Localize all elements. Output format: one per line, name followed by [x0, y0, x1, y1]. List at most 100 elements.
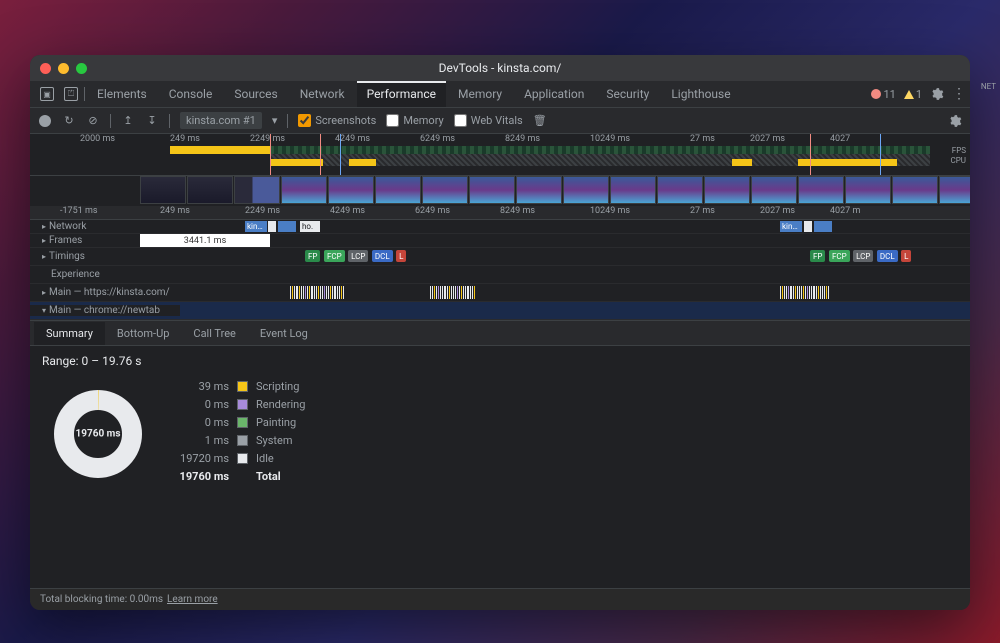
timing-fp[interactable]: FP: [305, 250, 320, 262]
range-text: Range: 0 – 19.76 s: [42, 354, 958, 368]
tab-memory[interactable]: Memory: [448, 81, 512, 107]
net-bar[interactable]: ho.: [300, 221, 320, 232]
screenshots-checkbox[interactable]: Screenshots: [298, 114, 376, 127]
tab-network[interactable]: Network: [290, 81, 355, 107]
tracks-area: Network kin… ho. kin… Frames 3441.1 ms T…: [30, 220, 970, 320]
subtab-summary[interactable]: Summary: [34, 322, 105, 345]
tab-console[interactable]: Console: [159, 81, 223, 107]
net-bar[interactable]: kin…: [780, 221, 802, 232]
screenshot-thumb[interactable]: [375, 176, 421, 204]
screenshot-thumb[interactable]: [751, 176, 797, 204]
separator: [84, 87, 85, 101]
screenshot-thumb[interactable]: [469, 176, 515, 204]
screenshot-thumb[interactable]: [939, 176, 970, 204]
clear-button[interactable]: ⊘: [86, 114, 100, 128]
learn-more-link[interactable]: Learn more: [167, 594, 218, 605]
target-select[interactable]: kinsta.com #1: [180, 112, 262, 129]
frame-tooltip: 3441.1 ms: [140, 234, 270, 247]
screenshot-thumb[interactable]: [234, 176, 280, 204]
screenshot-thumb[interactable]: [281, 176, 327, 204]
screenshot-thumb[interactable]: [610, 176, 656, 204]
net-bar[interactable]: kin…: [245, 221, 267, 232]
track-network[interactable]: Network kin… ho. kin…: [30, 220, 970, 234]
screenshot-thumb[interactable]: [704, 176, 750, 204]
timing-l[interactable]: L: [396, 250, 406, 262]
ov-tick: 8249 ms: [505, 134, 540, 144]
swatch-idle: [237, 453, 248, 464]
capture-settings-icon[interactable]: [948, 114, 962, 128]
timing-dcl[interactable]: DCL: [372, 250, 393, 262]
warnings-badge[interactable]: 1: [904, 88, 922, 101]
tab-sources[interactable]: Sources: [224, 81, 287, 107]
tl-tick: -1751 ms: [60, 206, 98, 216]
screenshot-thumb[interactable]: [422, 176, 468, 204]
tab-security[interactable]: Security: [596, 81, 659, 107]
record-button[interactable]: [38, 114, 52, 128]
gear-icon[interactable]: [930, 87, 944, 101]
legend-row: 0 msPainting: [174, 416, 305, 429]
screenshot-thumb[interactable]: [798, 176, 844, 204]
load-button[interactable]: ↥: [121, 114, 135, 128]
screenshot-thumb[interactable]: [563, 176, 609, 204]
subtab-bottomup[interactable]: Bottom-Up: [105, 322, 182, 345]
timing-dcl[interactable]: DCL: [877, 250, 898, 262]
errors-badge[interactable]: 11: [871, 88, 895, 101]
net-bar[interactable]: [814, 221, 832, 232]
timing-l[interactable]: L: [901, 250, 911, 262]
main-tabbar: ▣ ⏍ Elements Console Sources Network Per…: [30, 81, 970, 108]
screenshot-thumb[interactable]: [140, 176, 186, 204]
memory-checkbox[interactable]: Memory: [386, 114, 443, 127]
traffic-lights: [40, 63, 87, 74]
track-main-kinsta[interactable]: Main — https://kinsta.com/: [30, 284, 970, 302]
swatch-system: [237, 435, 248, 446]
net-bar[interactable]: [278, 221, 296, 232]
inspect-icon[interactable]: ▣: [40, 87, 54, 101]
flame-chart[interactable]: [780, 286, 960, 299]
subtab-calltree[interactable]: Call Tree: [181, 322, 247, 345]
trash-icon[interactable]: 🗑: [533, 114, 547, 128]
subtab-eventlog[interactable]: Event Log: [248, 322, 320, 345]
track-experience[interactable]: Experience: [30, 266, 970, 284]
screenshot-thumb[interactable]: [892, 176, 938, 204]
tl-tick: 10249 ms: [590, 206, 630, 216]
timing-fp[interactable]: FP: [810, 250, 825, 262]
track-frames[interactable]: Frames 3441.1 ms: [30, 234, 970, 248]
screenshot-thumb[interactable]: [516, 176, 562, 204]
flame-chart[interactable]: [290, 286, 410, 299]
reload-record-button[interactable]: ↻: [62, 114, 76, 128]
tab-performance[interactable]: Performance: [357, 81, 446, 107]
footer: Total blocking time: 0.00ms Learn more: [30, 588, 970, 610]
ov-tick: 2000 ms: [80, 134, 115, 144]
close-icon[interactable]: [40, 63, 51, 74]
minimize-icon[interactable]: [58, 63, 69, 74]
timing-lcp[interactable]: LCP: [853, 250, 873, 262]
kebab-icon[interactable]: ⋮: [952, 86, 964, 102]
tab-elements[interactable]: Elements: [87, 81, 157, 107]
zoom-icon[interactable]: [76, 63, 87, 74]
timing-fcp[interactable]: FCP: [829, 250, 850, 262]
screenshot-thumb[interactable]: [187, 176, 233, 204]
donut-total: 19760 ms: [76, 429, 121, 440]
screenshot-thumb[interactable]: [845, 176, 891, 204]
track-main-newtab[interactable]: Main — chrome://newtab: [30, 302, 970, 320]
overview-section[interactable]: 2000 ms 249 ms 2249 ms 4249 ms 6249 ms 8…: [30, 134, 970, 176]
net-bar[interactable]: [268, 221, 276, 232]
screenshot-thumb[interactable]: [657, 176, 703, 204]
ov-tick: 4027: [830, 134, 850, 144]
flame-chart[interactable]: [430, 286, 630, 299]
save-button[interactable]: ↧: [145, 114, 159, 128]
tl-tick: 4027 m: [830, 206, 860, 216]
device-toggle-icon[interactable]: ⏍: [64, 87, 78, 101]
timeline-ruler[interactable]: -1751 ms 249 ms 2249 ms 4249 ms 6249 ms …: [30, 206, 970, 220]
filmstrip[interactable]: NET: [30, 176, 970, 206]
track-timings[interactable]: Timings FP FCP LCP DCL L FP FCP LCP DCL …: [30, 248, 970, 266]
window-title: DevTools - kinsta.com/: [30, 61, 970, 75]
tab-application[interactable]: Application: [514, 81, 594, 107]
tab-lighthouse[interactable]: Lighthouse: [661, 81, 740, 107]
devtools-window: DevTools - kinsta.com/ ▣ ⏍ Elements Cons…: [30, 55, 970, 610]
webvitals-checkbox[interactable]: Web Vitals: [454, 114, 523, 127]
timing-lcp[interactable]: LCP: [348, 250, 368, 262]
screenshot-thumb[interactable]: [328, 176, 374, 204]
timing-fcp[interactable]: FCP: [324, 250, 345, 262]
net-bar[interactable]: [804, 221, 812, 232]
